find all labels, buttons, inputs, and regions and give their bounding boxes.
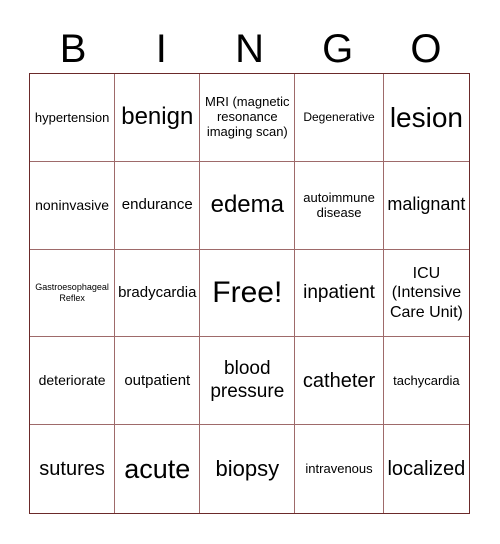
bingo-cell[interactable]: benign [115,74,201,162]
bingo-cell[interactable]: catheter [295,337,384,426]
bingo-cell[interactable]: inpatient [295,249,384,338]
bingo-cell[interactable]: edema [200,161,296,250]
bingo-header: B I N G O [29,24,470,74]
bingo-cell[interactable]: Degenerative [295,74,384,162]
free-space[interactable]: Free! [200,249,296,338]
bingo-cell[interactable]: acute [115,425,201,513]
bingo-cell[interactable]: noninvasive [30,161,116,250]
bingo-cell[interactable]: tachycardia [383,337,469,426]
bingo-cell[interactable]: autoimmune disease [295,161,384,250]
header-letter-o: O [410,27,442,71]
bingo-cell[interactable]: lesion [383,74,469,162]
bingo-cell[interactable]: endurance [115,161,201,250]
bingo-card-grid: hypertension benign MRI (magnetic resona… [29,73,470,514]
bingo-cell[interactable]: intravenous [295,425,384,513]
bingo-cell[interactable]: hypertension [30,74,116,162]
bingo-cell[interactable]: malignant [383,162,469,250]
header-letter-n: N [235,27,264,71]
bingo-cell[interactable]: blood pressure [200,337,296,426]
bingo-cell[interactable]: localized [384,425,469,513]
bingo-cell[interactable]: outpatient [115,337,201,426]
header-letter-i: I [155,27,167,71]
header-letter-b: B [59,27,87,71]
bingo-cell[interactable]: biopsy [200,425,296,513]
bingo-cell[interactable]: deteriorate [30,337,116,426]
bingo-cell[interactable]: ICU (Intensive Care Unit) [383,250,469,338]
bingo-cell[interactable]: Gastroesophageal Reflex [30,249,116,338]
bingo-cell[interactable]: MRI (magnetic resonance imaging scan) [200,74,296,162]
header-letter-g: G [322,27,354,71]
bingo-cell[interactable]: bradycardia [115,249,201,338]
bingo-cell[interactable]: sutures [30,425,116,513]
